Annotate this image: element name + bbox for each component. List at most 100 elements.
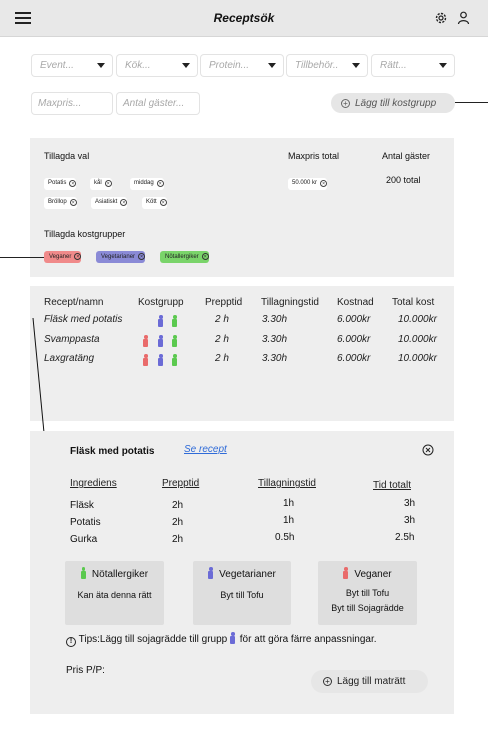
guests-title: Antal gäster (382, 151, 431, 161)
card-text: Byt till Sojagrädde (331, 603, 404, 613)
max-price-input[interactable]: Maxpris... (32, 93, 112, 114)
event-dropdown[interactable]: Event... (32, 55, 112, 76)
card-text: Kan äta denna rätt (77, 590, 152, 600)
dish-dropdown-label: Rätt... (380, 60, 407, 71)
recipe-prep: 2 h (215, 353, 229, 364)
sides-dropdown[interactable]: Tillbehör.. (287, 55, 367, 76)
recipe-name[interactable]: Svamppasta (44, 334, 100, 345)
ingredient-name: Potatis (70, 517, 101, 528)
recipe-total: 10.000kr (398, 334, 437, 345)
ingredient-total: 3h (404, 515, 416, 526)
max-price-chip[interactable]: 50.000 kr × (288, 178, 328, 190)
ingredient-name: Gurka (70, 534, 98, 545)
ingredient-prep: 2h (172, 534, 184, 545)
chevron-down-icon (268, 63, 276, 68)
user-icon[interactable] (457, 11, 470, 25)
chevron-down-icon (352, 63, 360, 68)
ingredient-row: Potatis 2h 1h 3h (30, 515, 454, 533)
plus-circle-icon: + (323, 677, 332, 686)
vegetarian-person-icon (208, 567, 219, 580)
group-chip-notallergiker[interactable]: Nötallergiker × (160, 251, 209, 263)
tip-end: för att göra färre anpassningar. (239, 634, 377, 645)
recipe-list-panel: Recept/namn Kostgrupp Prepptid Tillagnin… (30, 286, 454, 421)
ingredient-cook: 1h (283, 515, 295, 526)
close-icon[interactable]: × (69, 199, 77, 206)
recipe-cost: 6.000kr (337, 314, 371, 325)
chip-potatis[interactable]: Potatis × (44, 178, 77, 190)
chip-label: Bröllop (48, 199, 67, 205)
close-icon[interactable]: × (156, 180, 164, 187)
see-recipe-link[interactable]: Se recept (184, 444, 227, 455)
ingredient-cook: 1h (283, 498, 295, 509)
ingredient-row: Fläsk 2h 1h 3h (30, 498, 454, 516)
col-header-cook: Tillagningstid (261, 297, 319, 308)
diet-card-vegan: Veganer Byt till Tofu Byt till Sojagrädd… (318, 561, 417, 625)
recipe-prep: 2 h (215, 334, 229, 345)
dish-dropdown[interactable]: Rätt... (372, 55, 454, 76)
page-title: Receptsök (213, 11, 275, 25)
close-icon[interactable]: × (320, 180, 328, 187)
group-chip-label: Vegetarianer (101, 254, 136, 260)
card-title-row: Vegetarianer (193, 567, 291, 580)
recipe-prep: 2 h (215, 314, 229, 325)
chip-label: Potatis (48, 180, 67, 186)
ingredient-row: Gurka 2h 0.5h 2.5h (30, 532, 454, 550)
card-text: Byt till Tofu (345, 588, 390, 598)
add-diet-group-label: Lägg till kostgrupp (355, 98, 437, 109)
chip-brollop[interactable]: Bröllop × (44, 197, 77, 209)
col-header-name: Recept/namn (44, 297, 104, 308)
diet-card-vegetarian: Vegetarianer Byt till Tofu (193, 561, 291, 625)
close-icon[interactable]: × (201, 253, 209, 260)
chevron-down-icon (97, 63, 105, 68)
info-icon: ! (66, 637, 76, 647)
close-icon[interactable]: × (138, 253, 146, 260)
close-icon[interactable]: × (159, 199, 167, 206)
recipe-name[interactable]: Fläsk med potatis (44, 314, 122, 325)
ingredient-cook: 0.5h (275, 532, 295, 543)
chip-kott[interactable]: Kött × (142, 197, 167, 209)
ingredient-name: Fläsk (70, 500, 94, 511)
selection-panel: Tillagda val Maxpris total Antal gäster … (30, 138, 454, 277)
chip-label: kål (94, 180, 102, 186)
vegetarian-person-icon (230, 632, 237, 645)
close-icon[interactable]: × (69, 180, 77, 187)
group-chip-vegetarianer[interactable]: Vegetarianer × (96, 251, 146, 263)
recipe-total: 10.000kr (398, 353, 437, 364)
chip-asiatiskt[interactable]: Asiatiskt × (91, 197, 128, 209)
protein-dropdown[interactable]: Protein... (201, 55, 283, 76)
detail-title: Fläsk med potatis (70, 446, 155, 457)
group-chip-veganer[interactable]: Veganer × (44, 251, 82, 263)
ingredient-prep: 2h (172, 517, 184, 528)
recipe-row[interactable]: Laxgratäng 2 h 3.30h 6.000kr 10.000kr (30, 353, 454, 370)
chip-label: Kött (146, 199, 157, 205)
add-diet-group-button[interactable]: + Lägg till kostgrupp (331, 93, 455, 113)
close-icon[interactable] (422, 444, 434, 456)
close-icon[interactable]: × (104, 180, 112, 187)
cook-header: Tillagningstid (258, 478, 316, 489)
card-title-row: Nötallergiker (65, 567, 164, 580)
col-header-diet: Kostgrupp (138, 297, 184, 308)
chip-middag[interactable]: middag × (130, 178, 164, 190)
recipe-row[interactable]: Fläsk med potatis 2 h 3.30h 6.000kr 10.0… (30, 314, 454, 331)
ingredient-header: Ingrediens (70, 478, 117, 489)
recipe-total: 10.000kr (398, 314, 437, 325)
add-dish-button[interactable]: + Lägg till maträtt (311, 670, 428, 693)
selected-title: Tillagda val (44, 151, 90, 161)
chip-kal[interactable]: kål × (90, 178, 112, 190)
recipe-cook: 3.30h (262, 314, 288, 325)
nut-allergy-person-icon (172, 353, 183, 371)
settings-gear-icon[interactable] (434, 11, 448, 25)
close-icon[interactable]: × (74, 253, 82, 260)
recipe-cook: 3.30h (262, 334, 288, 345)
recipe-cook: 3.30h (262, 353, 288, 364)
close-icon[interactable]: × (120, 199, 128, 206)
ingredient-prep: 2h (172, 500, 184, 511)
tip-start: Tips:Lägg till sojagrädde till grupp (78, 634, 228, 645)
kitchen-dropdown[interactable]: Kök... (117, 55, 197, 76)
vegetarian-person-icon (158, 353, 169, 371)
prep-header: Prepptid (162, 478, 200, 489)
recipe-cost: 6.000kr (337, 334, 371, 345)
recipe-row[interactable]: Svamppasta 2 h 3.30h 6.000kr 10.000kr (30, 334, 454, 351)
diet-groups-title: Tillagda kostgrupper (44, 229, 126, 239)
guests-input[interactable]: Antal gäster... (117, 93, 199, 114)
